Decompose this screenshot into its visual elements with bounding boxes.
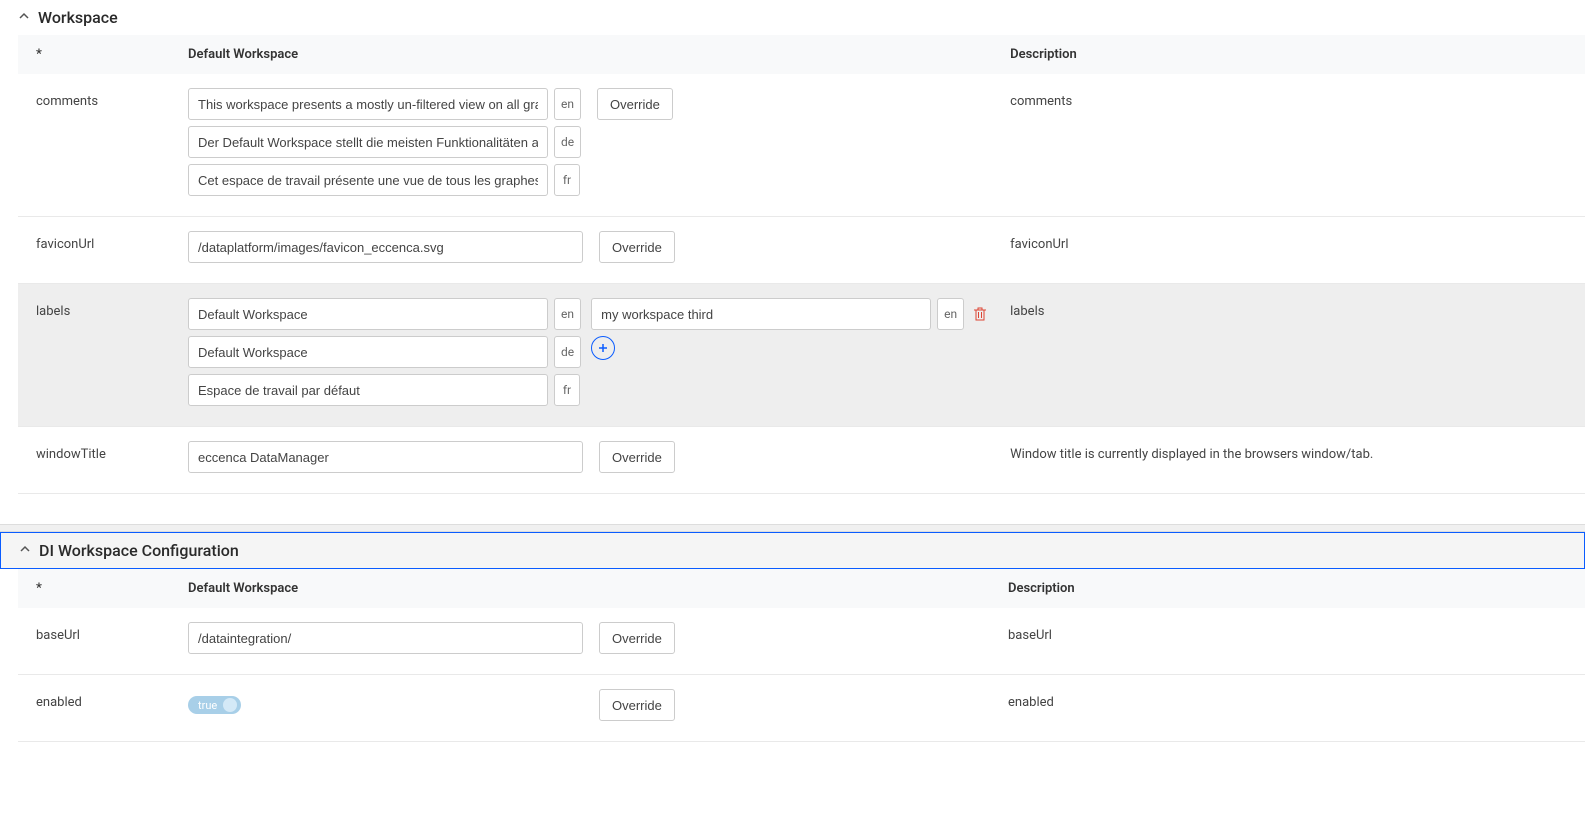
comments-input-fr[interactable] bbox=[188, 164, 548, 196]
comments-input-en[interactable] bbox=[188, 88, 548, 120]
desc-comments: comments bbox=[1000, 74, 1585, 217]
header-description: Description bbox=[998, 569, 1585, 608]
row-faviconurl: faviconUrl Override faviconUrl bbox=[18, 217, 1585, 284]
desc-enabled: enabled bbox=[998, 675, 1585, 742]
trash-icon[interactable] bbox=[970, 304, 990, 324]
labels-default-de[interactable] bbox=[188, 336, 548, 368]
lang-badge-fr: fr bbox=[554, 374, 580, 406]
section-workspace: Workspace * Default Workspace Descriptio… bbox=[0, 0, 1585, 494]
chevron-up-icon bbox=[19, 543, 31, 559]
section-title: DI Workspace Configuration bbox=[39, 541, 239, 560]
key-enabled: enabled bbox=[18, 675, 178, 742]
section-di-workspace: DI Workspace Configuration * Default Wor… bbox=[0, 532, 1585, 742]
labels-override-en[interactable] bbox=[591, 298, 931, 330]
section-title: Workspace bbox=[38, 8, 118, 27]
table-header-row: * Default Workspace Description bbox=[18, 569, 1585, 608]
section-divider bbox=[0, 524, 1585, 532]
section-header-workspace[interactable]: Workspace bbox=[0, 0, 1585, 35]
chevron-up-icon bbox=[18, 10, 30, 26]
header-default-workspace: Default Workspace bbox=[178, 35, 1000, 74]
lang-badge-en: en bbox=[937, 298, 964, 330]
key-comments: comments bbox=[18, 74, 178, 217]
header-description: Description bbox=[1000, 35, 1585, 74]
table-header-row: * Default Workspace Description bbox=[18, 35, 1585, 74]
lang-badge-fr: fr bbox=[554, 164, 580, 196]
toggle-label: true bbox=[198, 699, 217, 712]
enabled-toggle[interactable]: true bbox=[188, 696, 241, 714]
baseurl-input[interactable] bbox=[188, 622, 583, 654]
plus-circle-icon[interactable] bbox=[591, 336, 615, 360]
row-enabled: enabled true Override enabled bbox=[18, 675, 1585, 742]
header-default-workspace: Default Workspace bbox=[178, 569, 998, 608]
key-faviconurl: faviconUrl bbox=[18, 217, 178, 284]
override-button-faviconurl[interactable]: Override bbox=[599, 231, 675, 263]
override-button-windowtitle[interactable]: Override bbox=[599, 441, 675, 473]
header-star: * bbox=[18, 35, 178, 74]
desc-windowtitle: Window title is currently displayed in t… bbox=[1000, 427, 1585, 494]
lang-badge-de: de bbox=[554, 336, 581, 368]
lang-badge-en: en bbox=[554, 88, 581, 120]
labels-default-fr[interactable] bbox=[188, 374, 548, 406]
lang-badge-en: en bbox=[554, 298, 581, 330]
row-windowtitle: windowTitle Override Window title is cur… bbox=[18, 427, 1585, 494]
windowtitle-input[interactable] bbox=[188, 441, 583, 473]
override-button-baseurl[interactable]: Override bbox=[599, 622, 675, 654]
comments-input-de[interactable] bbox=[188, 126, 548, 158]
desc-labels: labels bbox=[1000, 284, 1585, 427]
row-labels: labels en de bbox=[18, 284, 1585, 427]
desc-baseurl: baseUrl bbox=[998, 608, 1585, 675]
lang-badge-de: de bbox=[554, 126, 581, 158]
section-header-di-workspace[interactable]: DI Workspace Configuration bbox=[0, 532, 1585, 569]
desc-faviconurl: faviconUrl bbox=[1000, 217, 1585, 284]
labels-default-en[interactable] bbox=[188, 298, 548, 330]
row-baseurl: baseUrl Override baseUrl bbox=[18, 608, 1585, 675]
header-star: * bbox=[18, 569, 178, 608]
row-comments: comments en Override de fr bbox=[18, 74, 1585, 217]
key-labels: labels bbox=[18, 284, 178, 427]
key-windowtitle: windowTitle bbox=[18, 427, 178, 494]
override-button-comments[interactable]: Override bbox=[597, 88, 673, 120]
key-baseurl: baseUrl bbox=[18, 608, 178, 675]
toggle-knob-icon bbox=[223, 698, 237, 712]
override-button-enabled[interactable]: Override bbox=[599, 689, 675, 721]
faviconurl-input[interactable] bbox=[188, 231, 583, 263]
